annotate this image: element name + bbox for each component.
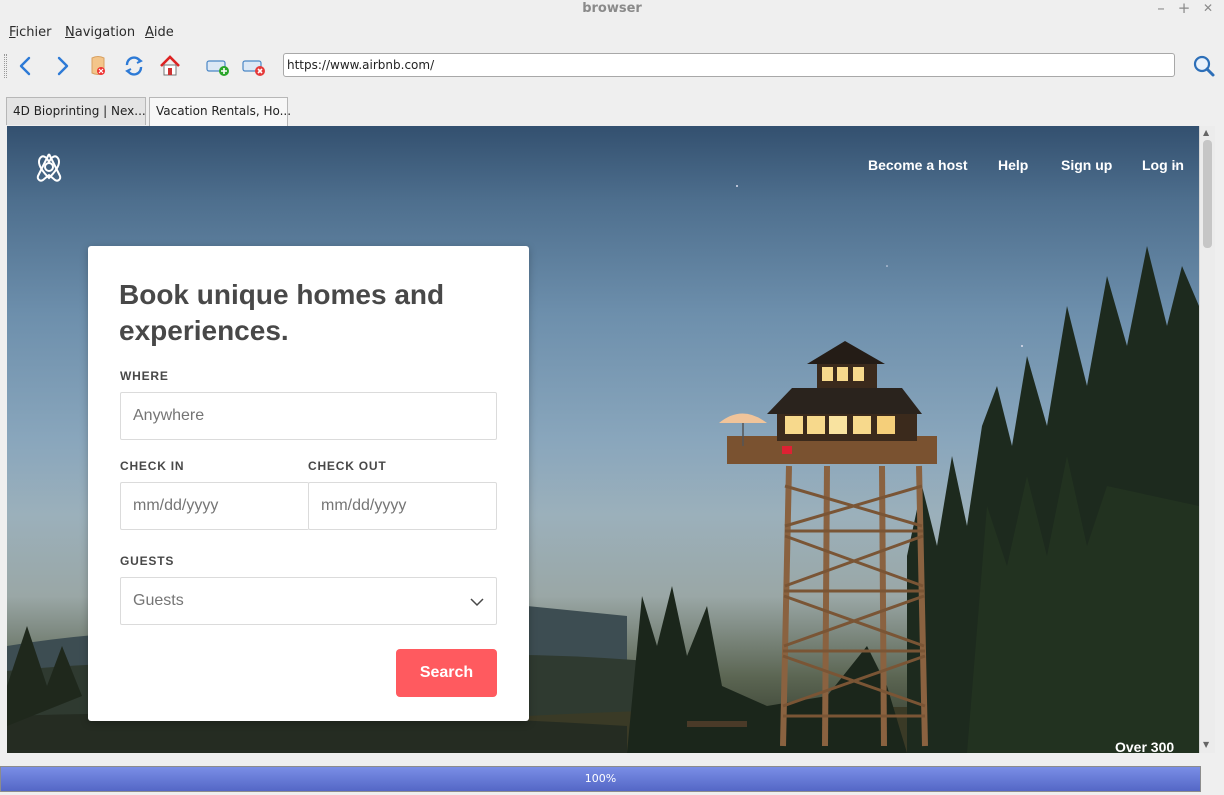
search-icon[interactable] [1192,54,1216,78]
checkin-label: CHECK IN [120,459,185,473]
where-input[interactable]: Anywhere [120,392,497,440]
sign-up-link[interactable]: Sign up [1061,157,1112,173]
checkout-label: CHECK OUT [308,459,387,473]
window-titlebar: browser – + ✕ [0,0,1224,18]
menu-fichier[interactable]: Fichier [9,25,52,40]
home-icon[interactable] [156,52,184,80]
guests-label: GUESTS [120,554,175,568]
url-input[interactable]: https://www.airbnb.com/ [283,53,1175,77]
tab-bioprinting[interactable]: 4D Bioprinting | Nex... [6,97,146,125]
guests-select[interactable]: Guests [120,577,497,625]
new-tab-icon[interactable] [204,52,232,80]
tab-airbnb[interactable]: Vacation Rentals, Ho... [149,97,291,126]
search-button[interactable]: Search [396,649,497,697]
menu-navigation[interactable]: Navigation [65,25,135,40]
minimize-button[interactable]: – [1153,0,1169,16]
booking-card: Book unique homes and experiences. WHERE… [88,246,529,721]
stop-icon[interactable] [84,52,112,80]
over-300-text: Over 300 [1115,739,1175,753]
progress-label: 100% [584,772,617,785]
airbnb-logo-icon[interactable] [33,150,65,184]
window-title: browser [582,1,642,16]
menu-bar: Fichier Navigation Aide [0,22,1224,44]
reload-icon[interactable] [120,52,148,80]
page-scrollbar[interactable]: ▲ ▼ [1199,126,1215,753]
become-host-link[interactable]: Become a host [868,157,968,173]
guests-value: Guests [133,592,184,609]
web-content: Become a host Help Sign up Log in Book u… [7,126,1199,753]
where-label: WHERE [120,369,169,383]
log-in-link[interactable]: Log in [1142,157,1184,173]
help-link[interactable]: Help [998,157,1028,173]
checkout-input[interactable]: mm/dd/yyyy [308,482,497,530]
toolbar: https://www.airbnb.com/ [0,48,1224,84]
close-window-button[interactable]: ✕ [1200,0,1216,16]
toolbar-grip[interactable] [4,54,7,78]
close-tab-icon[interactable] [240,52,268,80]
maximize-button[interactable]: + [1176,0,1192,16]
scroll-up-icon[interactable]: ▲ [1203,128,1209,137]
booking-heading: Book unique homes and experiences. [119,279,445,346]
load-progress-bar: 100% [0,766,1201,792]
chevron-down-icon [470,598,484,607]
back-icon[interactable] [12,52,40,80]
forward-icon[interactable] [48,52,76,80]
scrollbar-thumb[interactable] [1203,140,1212,248]
checkin-input[interactable]: mm/dd/yyyy [120,482,309,530]
scroll-down-icon[interactable]: ▼ [1203,740,1209,749]
menu-aide[interactable]: Aide [145,25,174,40]
